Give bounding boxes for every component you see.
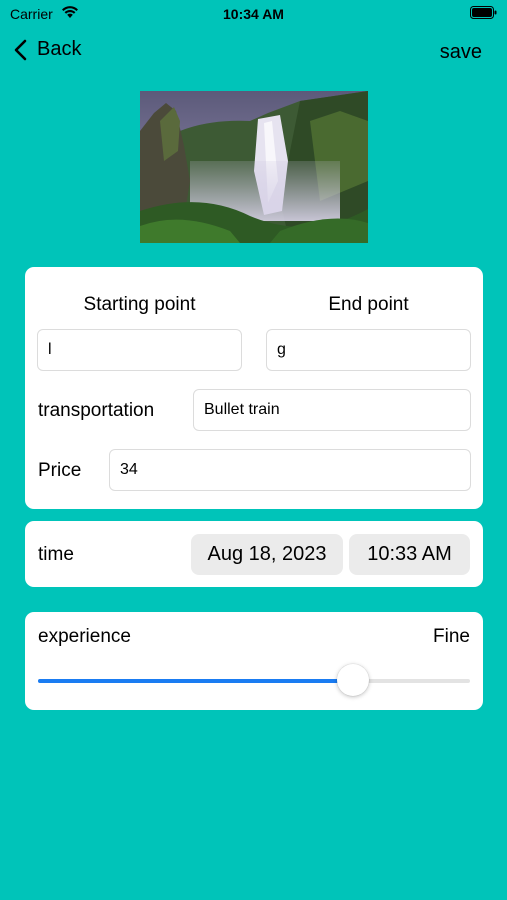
back-label: Back	[37, 38, 82, 60]
experience-card: experience Fine	[25, 612, 483, 710]
save-button[interactable]: save	[440, 41, 482, 64]
battery-icon	[470, 6, 497, 22]
navigation-bar: Back save	[0, 34, 507, 72]
route-card: Starting point End point l g transportat…	[25, 267, 483, 509]
slider-fill	[38, 679, 353, 683]
back-button[interactable]: Back	[14, 38, 81, 61]
slider-thumb[interactable]	[337, 664, 369, 696]
starting-point-label: Starting point	[83, 294, 196, 315]
experience-value: Fine	[433, 626, 470, 647]
time-label: time	[38, 544, 74, 565]
status-bar: Carrier 10:34 AM	[0, 0, 507, 30]
waterfall-photo[interactable]	[140, 91, 368, 243]
time-picker-button[interactable]: 10:33 AM	[349, 534, 470, 575]
time-card: time Aug 18, 2023 10:33 AM	[25, 521, 483, 587]
date-picker-button[interactable]: Aug 18, 2023	[191, 534, 343, 575]
end-point-label: End point	[328, 294, 409, 315]
status-time: 10:34 AM	[223, 6, 284, 22]
experience-label: experience	[38, 626, 131, 647]
price-input[interactable]: 34	[109, 449, 471, 491]
end-point-input[interactable]: g	[266, 329, 471, 371]
chevron-left-icon	[14, 39, 27, 60]
experience-slider[interactable]	[38, 679, 470, 683]
transportation-input[interactable]: Bullet train	[193, 389, 471, 431]
transportation-label: transportation	[38, 400, 155, 421]
price-label: Price	[38, 460, 82, 481]
starting-point-input[interactable]: l	[37, 329, 242, 371]
